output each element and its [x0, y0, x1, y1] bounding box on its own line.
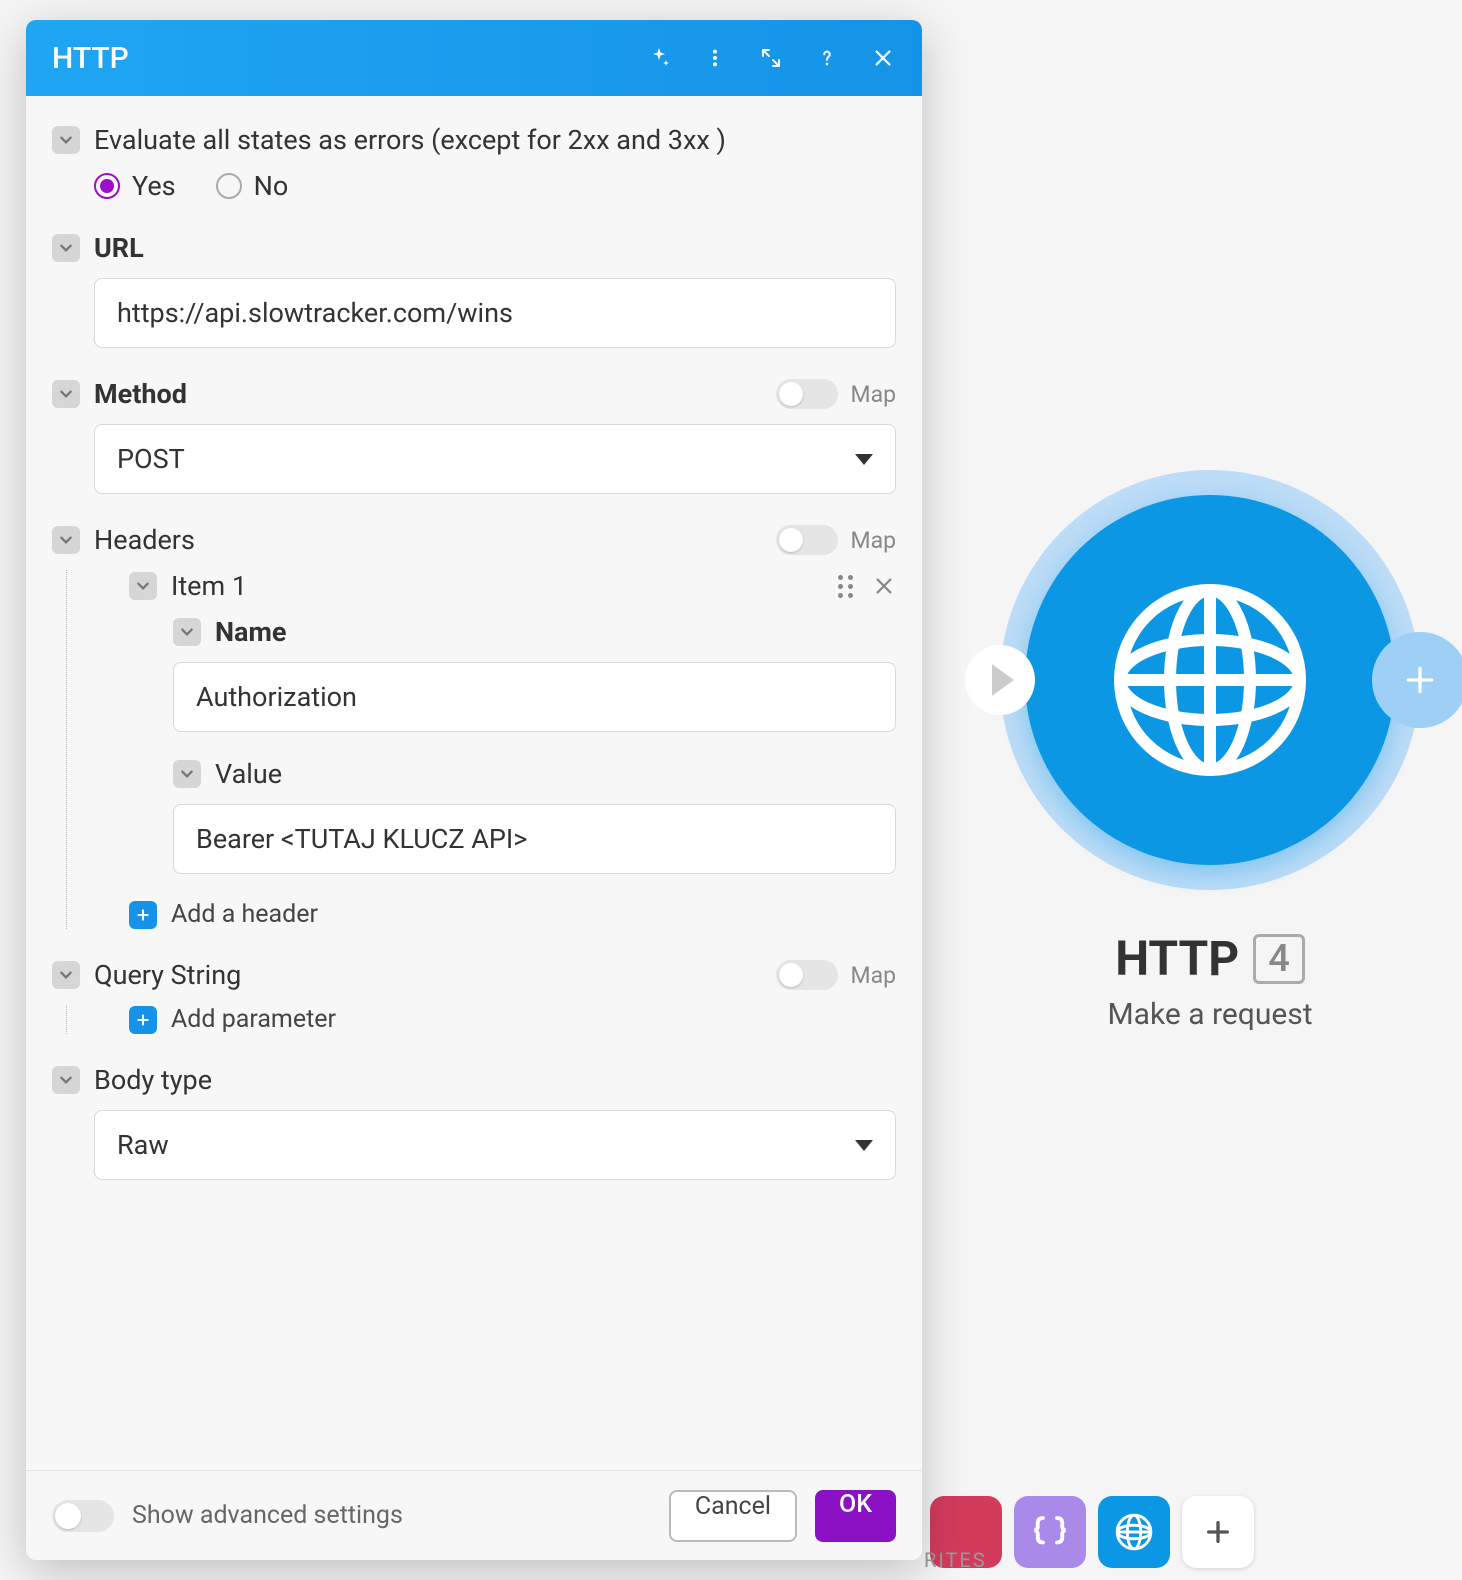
header-name-label: Name [215, 616, 286, 648]
scenario-canvas[interactable]: HTTP 4 Make a request RITES HTTP [0, 0, 1462, 1580]
advanced-settings-label: Show advanced settings [132, 1501, 651, 1530]
node-add-port[interactable] [1372, 632, 1462, 728]
chevron-down-icon [855, 454, 873, 465]
body-type-select[interactable]: Raw [94, 1110, 896, 1180]
modal-body[interactable]: Evaluate all states as errors (except fo… [26, 96, 922, 1470]
add-parameter-label: Add parameter [171, 1005, 336, 1034]
collapse-toggle[interactable] [52, 380, 80, 408]
collapse-toggle[interactable] [173, 618, 201, 646]
radio-icon [216, 173, 242, 199]
help-icon[interactable] [814, 45, 840, 71]
evaluate-errors-yes[interactable]: Yes [94, 170, 176, 202]
globe-icon [1110, 580, 1310, 780]
add-parameter-button[interactable] [129, 1006, 157, 1034]
cancel-button[interactable]: Cancel [669, 1490, 797, 1542]
radio-label-no: No [254, 170, 289, 202]
collapse-toggle[interactable] [173, 760, 201, 788]
header-value-value: Bearer <TUTAJ KLUCZ API> [196, 823, 527, 855]
expand-icon[interactable] [758, 45, 784, 71]
header-name-value: Authorization [196, 681, 357, 713]
close-icon[interactable] [870, 45, 896, 71]
drag-handle-icon[interactable] [834, 574, 858, 598]
evaluate-errors-no[interactable]: No [216, 170, 289, 202]
node-subtitle: Make a request [1107, 997, 1312, 1032]
headers-map-toggle[interactable] [776, 525, 838, 555]
toolbar-caption: RITES [924, 1548, 987, 1572]
modal-footer: Show advanced settings Cancel OK [26, 1470, 922, 1560]
map-label: Map [850, 381, 896, 408]
headers-label: Headers [94, 524, 195, 556]
module-config-modal: HTTP [26, 20, 922, 1560]
header-value-label: Value [215, 758, 282, 790]
url-value: https://api.slowtracker.com/wins [117, 297, 513, 329]
url-label: URL [94, 232, 144, 264]
remove-item-icon[interactable] [872, 574, 896, 598]
modal-header: HTTP [26, 20, 922, 96]
radio-icon [94, 173, 120, 199]
map-label: Map [850, 527, 896, 554]
ok-button[interactable]: OK [815, 1490, 896, 1542]
header-name-input[interactable]: Authorization [173, 662, 896, 732]
body-type-label: Body type [94, 1064, 212, 1096]
toolbar-add-button[interactable] [1182, 1496, 1254, 1568]
header-item-title: Item 1 [171, 570, 820, 602]
collapse-toggle[interactable] [52, 126, 80, 154]
http-node[interactable]: HTTP 4 Make a request [960, 470, 1460, 1032]
url-input[interactable]: https://api.slowtracker.com/wins [94, 278, 896, 348]
body-type-value: Raw [117, 1129, 169, 1161]
radio-label-yes: Yes [132, 170, 176, 202]
header-value-input[interactable]: Bearer <TUTAJ KLUCZ API> [173, 804, 896, 874]
toolbar-http-tool[interactable] [1098, 1496, 1170, 1568]
modal-title: HTTP [52, 41, 646, 76]
chevron-down-icon [855, 1140, 873, 1151]
advanced-settings-toggle[interactable] [52, 1500, 114, 1532]
add-header-label: Add a header [171, 900, 318, 929]
node-circle[interactable] [1025, 495, 1395, 865]
query-map-toggle[interactable] [776, 960, 838, 990]
collapse-toggle[interactable] [52, 234, 80, 262]
toolbar-json-tool[interactable] [1014, 1496, 1086, 1568]
collapse-toggle[interactable] [129, 572, 157, 600]
method-map-toggle[interactable] [776, 379, 838, 409]
method-label: Method [94, 378, 187, 410]
node-order-badge: 4 [1253, 934, 1305, 984]
method-value: POST [117, 443, 185, 475]
map-label: Map [850, 962, 896, 989]
node-input-port[interactable] [965, 645, 1035, 715]
node-title: HTTP [1115, 930, 1239, 987]
query-string-label: Query String [94, 959, 241, 991]
more-menu-icon[interactable] [702, 45, 728, 71]
method-select[interactable]: POST [94, 424, 896, 494]
collapse-toggle[interactable] [52, 961, 80, 989]
evaluate-errors-label: Evaluate all states as errors (except fo… [94, 124, 726, 156]
ai-sparkle-icon[interactable] [646, 45, 672, 71]
collapse-toggle[interactable] [52, 1066, 80, 1094]
add-header-button[interactable] [129, 901, 157, 929]
collapse-toggle[interactable] [52, 526, 80, 554]
